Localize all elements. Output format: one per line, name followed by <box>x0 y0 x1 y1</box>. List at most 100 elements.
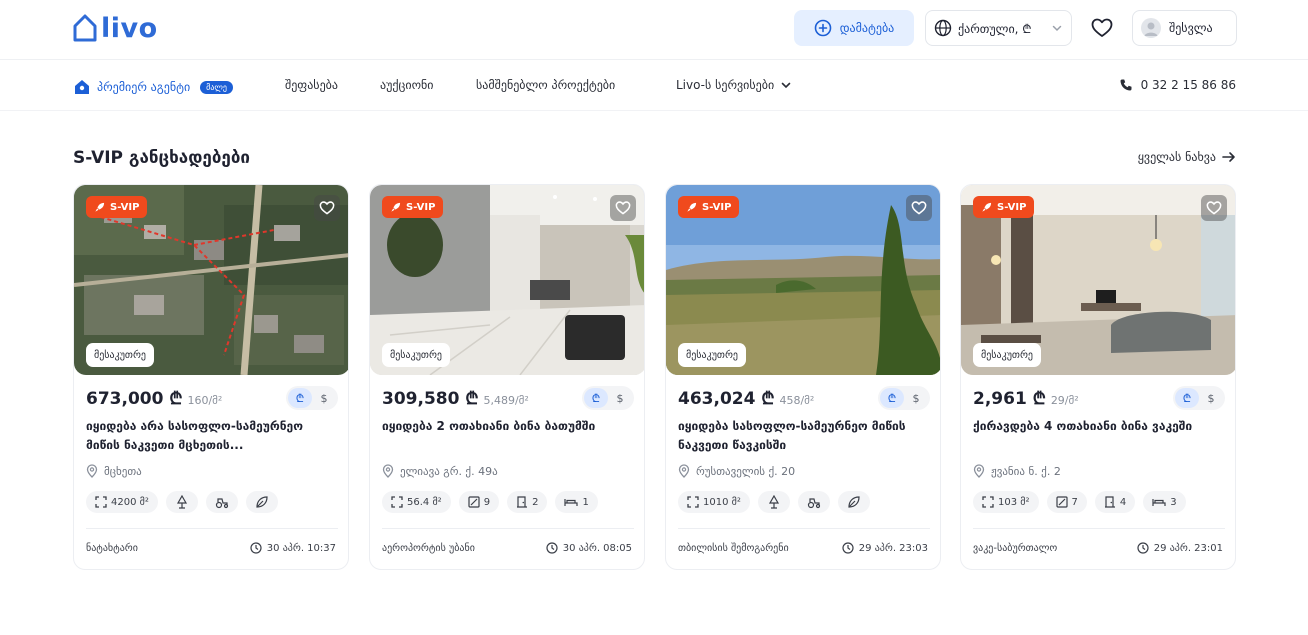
feature-value: 4200 მ² <box>111 496 149 508</box>
leaf-icon <box>848 496 860 508</box>
feature-value: 1010 მ² <box>703 496 741 508</box>
currency-usd[interactable]: $ <box>1199 388 1223 408</box>
heart-icon <box>1091 18 1113 37</box>
heart-icon <box>615 201 631 215</box>
feature-value: 2 <box>532 496 539 508</box>
listing-photo[interactable]: S-VIP მესაკუთრე <box>370 185 644 375</box>
address-text: მცხეთა <box>104 464 142 478</box>
card-favorite-button[interactable] <box>1201 195 1227 221</box>
date-text: 29 აპრ. 23:01 <box>1153 542 1223 554</box>
feature-rooms: 2 <box>507 491 548 513</box>
clock-icon <box>250 542 262 554</box>
feature-floor: 9 <box>458 491 500 513</box>
price-row: 309,580 ₾ 5,489/მ² ₾ $ <box>382 386 634 410</box>
card-favorite-button[interactable] <box>610 195 636 221</box>
listing-photo[interactable]: S-VIP მესაკუთრე <box>74 185 348 375</box>
plus-circle-icon <box>814 19 832 37</box>
card-favorite-button[interactable] <box>314 195 340 221</box>
listing-date: 30 აპრ. 08:05 <box>546 542 632 554</box>
add-listing-button[interactable]: დამატება <box>794 10 914 46</box>
currency-toggle[interactable]: ₾ $ <box>582 386 634 410</box>
listing-title[interactable]: იყიდება არა სასოფლო-სამეურნეო მიწის ნაკვ… <box>86 417 338 455</box>
feature-bedrooms: 1 <box>555 491 598 513</box>
door-icon <box>517 496 528 508</box>
listing-address: ჟვანია ნ. ქ. 2 <box>973 464 1225 478</box>
nav-item-premier-agent[interactable]: პრემიერ აგენტი მალე <box>73 78 233 96</box>
price-row: 463,024 ₾ 458/მ² ₾ $ <box>678 386 930 410</box>
language-currency-selector[interactable]: ქართული, ₾ <box>925 10 1072 46</box>
door-icon <box>1104 496 1115 508</box>
header: livo დამატება ქართული, ₾ შესვლა <box>0 0 1308 60</box>
listing-card[interactable]: S-VIP მესაკუთრე 673,000 ₾ 160/მ² ₾ $ იყი… <box>73 184 349 570</box>
feature-value: 56.4 მ² <box>407 496 442 508</box>
owner-tag: მესაკუთრე <box>973 343 1041 367</box>
currency-toggle[interactable]: ₾ $ <box>286 386 338 410</box>
feature-list: 103 მ² 7 4 3 <box>973 491 1186 513</box>
divider <box>86 528 338 529</box>
currency-toggle[interactable]: ₾ $ <box>1173 386 1225 410</box>
currency-usd[interactable]: $ <box>312 388 336 408</box>
currency-usd[interactable]: $ <box>608 388 632 408</box>
see-all-link[interactable]: ყველას ნახვა <box>1138 150 1236 164</box>
currency-usd[interactable]: $ <box>904 388 928 408</box>
feature-leaf <box>245 491 278 513</box>
listing-photo[interactable]: S-VIP მესაკუთრე <box>961 185 1235 375</box>
clock-icon <box>1137 542 1149 554</box>
listing-title[interactable]: ქირავდება 4 ოთახიანი ბინა ვაკეში <box>973 417 1225 455</box>
nav-item-label: Livo-ს სერვისები <box>676 78 775 92</box>
currency-gel[interactable]: ₾ <box>1175 388 1199 408</box>
login-label: შესვლა <box>1169 21 1213 35</box>
feature-tractor <box>205 491 238 513</box>
nav-item-label: სამშენებლო პროექტები <box>476 78 616 92</box>
globe-icon <box>934 19 952 37</box>
listing-date: 30 აპრ. 10:37 <box>250 542 336 554</box>
nav-item-label: შეფასება <box>285 78 338 92</box>
feature-tree <box>757 491 790 513</box>
logo[interactable]: livo <box>72 12 158 44</box>
listing-title[interactable]: იყიდება სასოფლო-სამეურნეო მიწის ნაკვეთი … <box>678 417 930 455</box>
listing-card[interactable]: S-VIP მესაკუთრე 2,961 ₾ 29/მ² ₾ $ ქირავდ… <box>960 184 1236 570</box>
svip-badge: S-VIP <box>86 196 148 218</box>
phone-contact[interactable]: 0 32 2 15 86 86 <box>1119 78 1236 92</box>
listing-card[interactable]: S-VIP მესაკუთრე 309,580 ₾ 5,489/მ² ₾ $ ი… <box>369 184 645 570</box>
favorites-button[interactable] <box>1088 14 1116 42</box>
currency-gel[interactable]: ₾ <box>584 388 608 408</box>
nav-item-livo-services[interactable]: Livo-ს სერვისები <box>676 78 792 92</box>
nav-premier-label: პრემიერ აგენტი <box>97 80 191 94</box>
feature-list: 4200 მ² <box>86 491 278 513</box>
nav-item-construction-projects[interactable]: სამშენებლო პროექტები <box>476 78 615 92</box>
section-title: S-VIP განცხადებები <box>73 148 251 168</box>
currency-gel[interactable]: ₾ <box>880 388 904 408</box>
feature-list: 1010 მ² <box>678 491 870 513</box>
location-pin-icon <box>382 464 394 478</box>
listing-card[interactable]: S-VIP მესაკუთრე 463,024 ₾ 458/მ² ₾ $ იყი… <box>665 184 941 570</box>
nav-item-label: აუქციონი <box>380 78 434 92</box>
price-per-m2: 458/მ² <box>779 394 815 407</box>
owner-tag: მესაკუთრე <box>382 343 450 367</box>
bed-icon <box>1152 499 1166 506</box>
svip-badge: S-VIP <box>382 196 444 218</box>
feature-area: 4200 მ² <box>86 491 158 513</box>
listing-photo[interactable]: S-VIP მესაკუთრე <box>666 185 940 375</box>
price: 463,024 ₾ <box>678 389 775 409</box>
nav-item-valuation[interactable]: შეფასება <box>285 78 338 92</box>
price-per-m2: 160/მ² <box>187 394 223 407</box>
coming-soon-badge: მალე <box>200 80 233 94</box>
currency-gel[interactable]: ₾ <box>288 388 312 408</box>
area-icon <box>391 496 403 508</box>
currency-toggle[interactable]: ₾ $ <box>878 386 930 410</box>
card-favorite-button[interactable] <box>906 195 932 221</box>
add-listing-label: დამატება <box>839 21 895 35</box>
tractor-icon <box>807 498 820 509</box>
district: თბილისის შემოგარენი <box>678 543 789 554</box>
listing-title[interactable]: იყიდება 2 ოთახიანი ბინა ბათუმში <box>382 417 634 455</box>
date-text: 30 აპრ. 10:37 <box>266 542 336 554</box>
login-button[interactable]: შესვლა <box>1132 10 1237 46</box>
feature-value: 7 <box>1071 496 1078 508</box>
owner-tag: მესაკუთრე <box>678 343 746 367</box>
area-icon <box>687 496 699 508</box>
nav-item-auction[interactable]: აუქციონი <box>380 78 434 92</box>
price-per-m2: 5,489/მ² <box>483 394 529 407</box>
address-text: რუსთაველის ქ. 20 <box>696 464 796 478</box>
feature-tractor <box>797 491 830 513</box>
